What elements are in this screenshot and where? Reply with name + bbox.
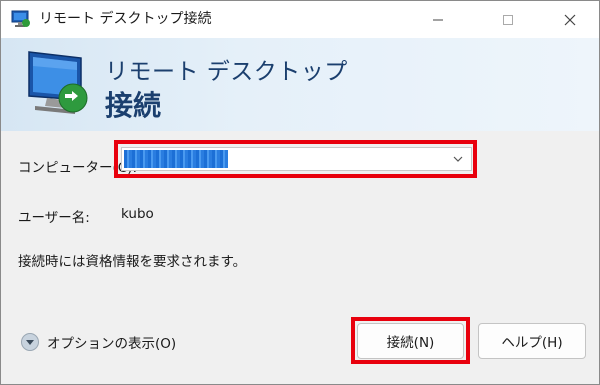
- show-options-label[interactable]: オプションの表示(O): [47, 332, 176, 352]
- username-value: kubo: [121, 206, 154, 222]
- monitor-connection-icon: [28, 51, 88, 114]
- username-label: ユーザー名:: [18, 210, 90, 226]
- minimize-button[interactable]: [415, 1, 461, 38]
- credentials-note: 接続時には資格情報を要求されます。: [18, 254, 247, 270]
- banner-title-line2: 接続: [105, 89, 162, 122]
- close-icon: [564, 14, 576, 25]
- maximize-button[interactable]: [485, 1, 531, 38]
- close-button[interactable]: [547, 1, 593, 38]
- expand-circle-icon[interactable]: [21, 333, 39, 351]
- remote-desktop-window: リモート デスクトップ接続 リモート デスクトップ 接続 コンピューター(C):: [0, 0, 600, 385]
- title-bar[interactable]: リモート デスクトップ接続: [1, 1, 599, 38]
- highlight-connect-button: [351, 317, 470, 364]
- show-options-toggle[interactable]: オプションの表示(O): [21, 332, 176, 352]
- remote-desktop-icon: [11, 10, 30, 27]
- header-banner: リモート デスクトップ 接続: [1, 38, 599, 131]
- highlight-computer-field: [114, 140, 477, 178]
- window-title: リモート デスクトップ接続: [39, 11, 212, 27]
- maximize-icon: [503, 14, 513, 25]
- minimize-icon: [433, 19, 443, 20]
- help-button[interactable]: ヘルプ(H): [478, 323, 586, 359]
- banner-title-line1: リモート デスクトップ: [105, 59, 348, 85]
